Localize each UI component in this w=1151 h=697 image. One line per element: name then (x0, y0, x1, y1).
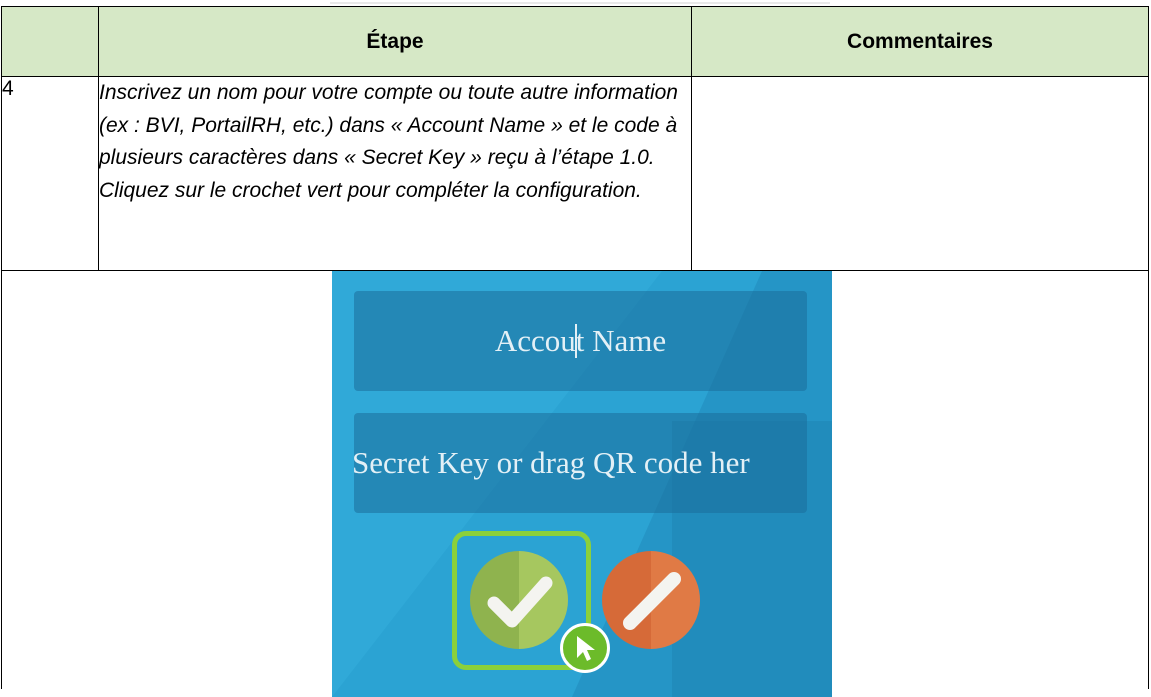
image-row: Accou t Name Secret Key or drag QR code h… (1, 270, 1149, 697)
instruction-table: Étape Commentaires 4 Inscrivez un nom po… (1, 6, 1149, 697)
previous-page-edge (330, 0, 830, 4)
header-number (1, 6, 99, 77)
mouse-pointer-icon (577, 636, 595, 661)
account-name-text-end: t Name (575, 323, 667, 358)
confirm-button[interactable] (470, 551, 568, 649)
mouse-pointer-badge (560, 623, 610, 673)
app-screenshot: Accou t Name Secret Key or drag QR code h… (332, 271, 832, 697)
checkmark-icon (487, 576, 553, 628)
header-step: Étape (98, 6, 692, 77)
image-cell: Accou t Name Secret Key or drag QR code h… (1, 270, 1149, 697)
slash-icon (623, 572, 681, 630)
step-comments (691, 76, 1149, 271)
header-comments: Commentaires (691, 6, 1149, 77)
account-name-text-start: Accou (494, 323, 576, 358)
step-number: 4 (1, 76, 99, 271)
cancel-button[interactable] (602, 551, 700, 649)
secret-key-field[interactable]: Secret Key or drag QR code her (354, 413, 807, 513)
table-header-row: Étape Commentaires (1, 6, 1149, 77)
table-row: 4 Inscrivez un nom pour votre compte ou … (1, 76, 1149, 271)
account-name-field[interactable]: Accou t Name (354, 291, 807, 391)
step-instruction: Inscrivez un nom pour votre compte ou to… (98, 76, 692, 271)
secret-key-placeholder: Secret Key or drag QR code her (354, 445, 750, 480)
